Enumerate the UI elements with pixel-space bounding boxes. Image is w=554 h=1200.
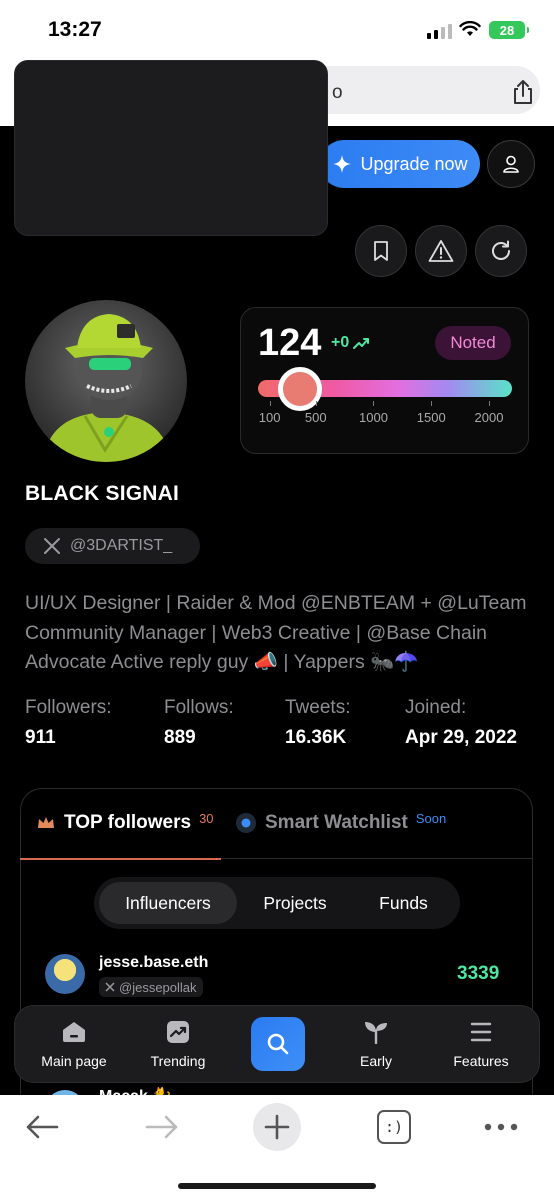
home-indicator [178,1183,376,1189]
slider-tick [488,401,490,406]
upgrade-button[interactable]: Upgrade now [320,140,480,188]
stat-label: Followers: [25,697,112,718]
stat-value: 889 [164,727,196,748]
back-arrow-icon [26,1115,59,1139]
score-delta-value: +0 [331,334,350,351]
stat-tweets: Tweets: 16.36K [285,697,350,749]
follower-score: 3339 [457,963,500,984]
slider-tick-label: 500 [304,410,327,425]
nav-main-page[interactable]: Main page [26,1020,122,1069]
slider-tick [431,401,433,406]
stat-followers: Followers: 911 [25,697,112,749]
nav-search[interactable] [251,1017,305,1071]
menu-icon [470,1022,492,1042]
stat-value: 911 [25,727,56,748]
profile-bio: UI/UX Designer | Raider & Mod @ENBTEAM +… [25,592,527,673]
bookmark-icon [374,241,388,261]
segment-projects[interactable]: Projects [245,882,345,924]
tab-label: TOP followers [64,812,192,833]
score-delta: +0 [331,334,371,352]
user-icon [503,155,519,173]
home-icon [63,1022,85,1042]
trend-up-icon [353,338,370,349]
url-text: o [332,82,343,103]
tab-active-indicator [20,858,221,860]
share-icon[interactable] [508,77,538,107]
tab-top-followers[interactable]: TOP followers 30 [36,810,214,834]
refresh-icon [492,240,510,260]
status-bar: 13:27 28 [0,0,554,60]
nav-early[interactable]: Early [328,1020,424,1069]
slider-tick [373,401,375,406]
x-logo-icon [44,538,60,554]
wifi-icon [459,21,481,36]
battery-level: 28 [499,22,515,38]
stat-value: Apr 29, 2022 [405,727,517,748]
score-card: 124 +0 Noted 100 500 1000 1500 2000 [240,307,529,454]
stat-joined: Joined: Apr 29, 2022 [405,697,517,749]
slider-tick [269,401,271,406]
forward-button[interactable] [142,1107,182,1147]
status-time: 13:27 [48,18,102,41]
sprout-icon [365,1022,387,1044]
more-dots-icon [484,1123,518,1131]
bottom-nav: Main page Trending Early Features [14,1005,540,1083]
nav-trending[interactable]: Trending [130,1020,226,1069]
tab-smart-watchlist[interactable]: Smart Watchlist Soon [235,810,447,834]
nav-label: Features [453,1053,509,1069]
new-tab-button[interactable] [253,1103,301,1151]
report-button[interactable] [415,225,467,277]
target-icon [236,813,256,833]
stat-label: Joined: [405,697,467,718]
stat-follows: Follows: 889 [164,697,234,749]
tab-label: Smart Watchlist [265,812,408,833]
trending-icon [167,1021,189,1043]
display-name: BLACK SIGNAI [25,482,180,505]
signal-icon [427,24,452,39]
browser-bottom-toolbar: :) [0,1095,554,1200]
x-logo-icon [105,982,115,992]
x-handle-pill[interactable]: @3DARTIST_ [25,528,200,564]
slider-tick-label: 2000 [474,410,504,425]
nav-label: Main page [41,1053,107,1069]
soon-tag: Soon [415,810,447,826]
sparkle-icon [333,155,352,173]
segment-funds[interactable]: Funds [355,882,452,924]
nav-label: Early [360,1053,392,1069]
slider-tick-label: 1000 [359,410,388,425]
follower-name: jesse.base.eth [99,954,209,971]
tabs-button[interactable]: :) [377,1110,411,1144]
upgrade-label: Upgrade now [360,153,468,174]
segment-influencers[interactable]: Influencers [99,882,237,924]
avatar-illustration [43,314,171,462]
status-badge: Noted [435,326,511,360]
follower-handle-text: @jessepollak [119,979,197,995]
crown-icon [38,817,54,828]
redacted-overlay [14,60,328,236]
account-button[interactable] [487,140,535,188]
x-handle: @3DARTIST_ [70,537,173,554]
warning-icon [428,240,454,262]
slider-tick-label: 1500 [416,410,446,425]
more-button[interactable] [484,1107,518,1147]
nav-features[interactable]: Features [433,1020,529,1069]
battery-icon: 28 [489,21,529,39]
bookmark-button[interactable] [355,225,407,277]
tab-count: 30 [199,810,214,826]
slider-tick [315,401,317,406]
plus-icon [264,1114,290,1140]
score-value: 124 [258,322,322,364]
nav-label: Trending [150,1053,206,1069]
slider-tick-label: 100 [258,410,281,425]
stat-label: Follows: [164,697,234,718]
forward-arrow-icon [145,1115,178,1139]
back-button[interactable] [22,1107,62,1147]
search-icon [267,1033,289,1055]
profile-avatar [25,300,187,462]
stat-label: Tweets: [285,697,351,718]
follower-handle: @jessepollak [99,977,203,997]
follower-avatar [45,954,85,994]
stat-value: 16.36K [285,727,347,748]
refresh-button[interactable] [475,225,527,277]
